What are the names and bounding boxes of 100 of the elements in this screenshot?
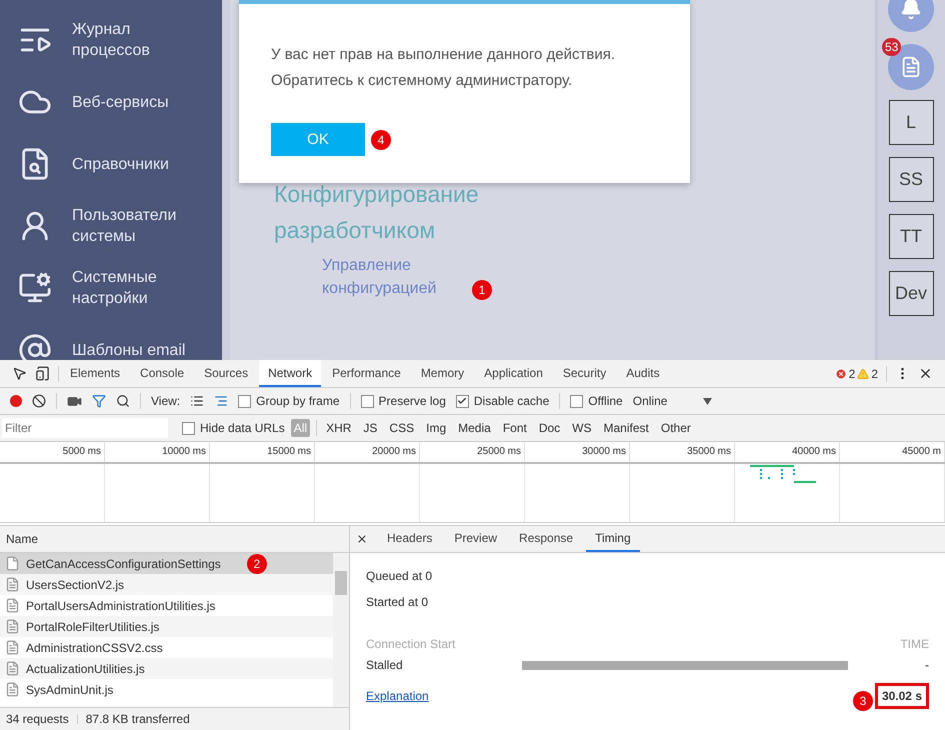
sidebar-item[interactable]: Журнал процессов [72, 19, 212, 61]
details-tab[interactable]: Preview [445, 526, 506, 552]
option-label: Disable cache [474, 394, 550, 408]
search-icon[interactable] [116, 394, 130, 408]
filter-icon[interactable] [92, 394, 106, 408]
option-label: Hide data URLs [200, 421, 285, 435]
devtools-tab[interactable]: Application [475, 360, 552, 387]
warning-count[interactable]: 2 [871, 366, 878, 380]
inspect-icon[interactable] [12, 366, 27, 381]
timeline-tick: 5000 ms [0, 442, 105, 462]
checkbox[interactable] [570, 394, 584, 408]
monitor-gear-icon [18, 271, 52, 305]
filter-field[interactable]: Filter [2, 418, 168, 438]
details-tab[interactable]: Response [510, 526, 582, 552]
devtools-tab[interactable]: Performance [323, 360, 410, 387]
devtools-tab[interactable]: Security [554, 360, 616, 387]
annotation-marker: 4 [371, 130, 391, 150]
phase-time: - [925, 658, 929, 672]
checkbox[interactable] [456, 394, 469, 408]
checkbox[interactable] [238, 394, 252, 408]
devtools-tab[interactable]: Elements [61, 360, 130, 387]
type-filter[interactable]: WS [569, 419, 595, 437]
total-time: 30.02 s [874, 683, 929, 709]
request-name: PortalRoleFilterUtilities.js [26, 620, 160, 634]
devtools-tab[interactable]: Network [259, 360, 322, 387]
explanation-link[interactable]: Explanation [366, 689, 429, 703]
dialog-message: У вас нет прав на выполнение данного действия. Обратитесь к системному администратору. [271, 45, 616, 91]
throttling-select[interactable]: Online [632, 394, 693, 408]
sidebar-item[interactable]: Веб-сервисы [72, 92, 212, 112]
request-name: PortalUsersAdministrationUtilities.js [26, 598, 216, 612]
devtools-tab[interactable]: Sources [195, 360, 258, 387]
count-badge: 53 [882, 38, 902, 56]
request-row[interactable]: ActualizationUtilities.js [0, 658, 333, 679]
script-file-icon [5, 619, 20, 634]
type-filter[interactable]: Media [455, 419, 494, 437]
option-label: Preserve log [378, 394, 446, 408]
time-header: TIME [900, 637, 929, 651]
type-filter[interactable]: XHR [323, 419, 354, 437]
list-view-icon[interactable] [190, 394, 204, 408]
timeline-tick: 45000 m [840, 442, 945, 462]
type-filter[interactable]: Manifest [600, 419, 652, 437]
request-count: 34 requests [6, 712, 69, 726]
timeline-tick: 10000 ms [105, 442, 210, 462]
annotation-marker: 1 [472, 280, 492, 300]
request-row[interactable]: GetCanAccessConfigurationSettings 2 [0, 553, 333, 574]
type-filter[interactable]: Img [423, 419, 450, 437]
view-label: View: [151, 394, 180, 408]
error-icon [834, 368, 847, 380]
annotation-marker: 3 [852, 691, 873, 711]
bell-icon [900, 0, 922, 20]
transfer-size: 87.8 KB transferred [86, 712, 190, 726]
request-row[interactable]: PortalRoleFilterUtilities.js [0, 616, 333, 637]
details-tab[interactable]: Timing [586, 526, 640, 552]
dropdown-caret-icon[interactable] [702, 398, 712, 404]
checkbox[interactable] [182, 422, 195, 434]
timeline-tick: 15000 ms [210, 442, 315, 462]
timeline-overview-drawing [750, 465, 816, 485]
panel-button[interactable]: L [888, 100, 934, 145]
sidebar-item[interactable]: Пользователи системы [72, 205, 212, 247]
panel-button[interactable]: TT [888, 214, 934, 259]
type-filter[interactable]: Font [500, 419, 530, 437]
timeline-tick: 30000 ms [525, 442, 630, 462]
request-name: AdministrationCSSV2.css [26, 640, 163, 654]
close-icon[interactable] [918, 366, 933, 381]
type-filter[interactable]: JS [360, 419, 380, 437]
sidebar-item[interactable]: Системные настройки [72, 267, 212, 309]
request-name: ActualizationUtilities.js [26, 662, 145, 676]
clear-icon[interactable] [32, 394, 46, 408]
close-icon[interactable] [356, 533, 368, 545]
request-name: UsersSectionV2.js [26, 578, 124, 592]
panel-button[interactable]: Dev [888, 271, 934, 316]
section-heading: Конфигурирование разработчиком [274, 180, 480, 245]
error-count[interactable]: 2 [848, 366, 856, 380]
warning-icon [857, 368, 870, 380]
type-filter[interactable]: CSS [386, 419, 418, 437]
type-filter[interactable]: Doc [536, 419, 564, 437]
devtools-tab[interactable]: Console [131, 360, 194, 387]
checkbox[interactable] [360, 394, 374, 408]
script-file-icon [5, 661, 20, 676]
document-icon [900, 56, 922, 78]
details-tab[interactable]: Headers [378, 526, 442, 552]
column-header[interactable]: Name [6, 532, 38, 546]
devtools-tab[interactable]: Audits [617, 360, 669, 387]
at-sign-icon [18, 333, 52, 360]
record-icon[interactable] [10, 395, 22, 407]
device-icon[interactable] [35, 366, 50, 381]
devtools-tab[interactable]: Memory [412, 360, 474, 387]
option-label: Offline [588, 394, 623, 408]
sidebar-item[interactable]: Шаблоны email [72, 340, 212, 360]
queued-time: Queued at 0 [366, 569, 432, 583]
script-file-icon [5, 682, 20, 697]
section-label: Connection Start [366, 637, 456, 651]
type-filter[interactable]: Other [658, 419, 694, 437]
timeline-tick: 25000 ms [420, 442, 525, 462]
request-row[interactable]: UsersSectionV2.js [0, 574, 333, 595]
scrollbar[interactable] [333, 553, 349, 707]
sidebar-item[interactable]: Справочники [72, 154, 212, 174]
panel-button[interactable]: SS [888, 157, 934, 202]
request-name: SysAdminUnit.js [26, 682, 114, 696]
waterfall-view-icon[interactable] [214, 394, 228, 408]
